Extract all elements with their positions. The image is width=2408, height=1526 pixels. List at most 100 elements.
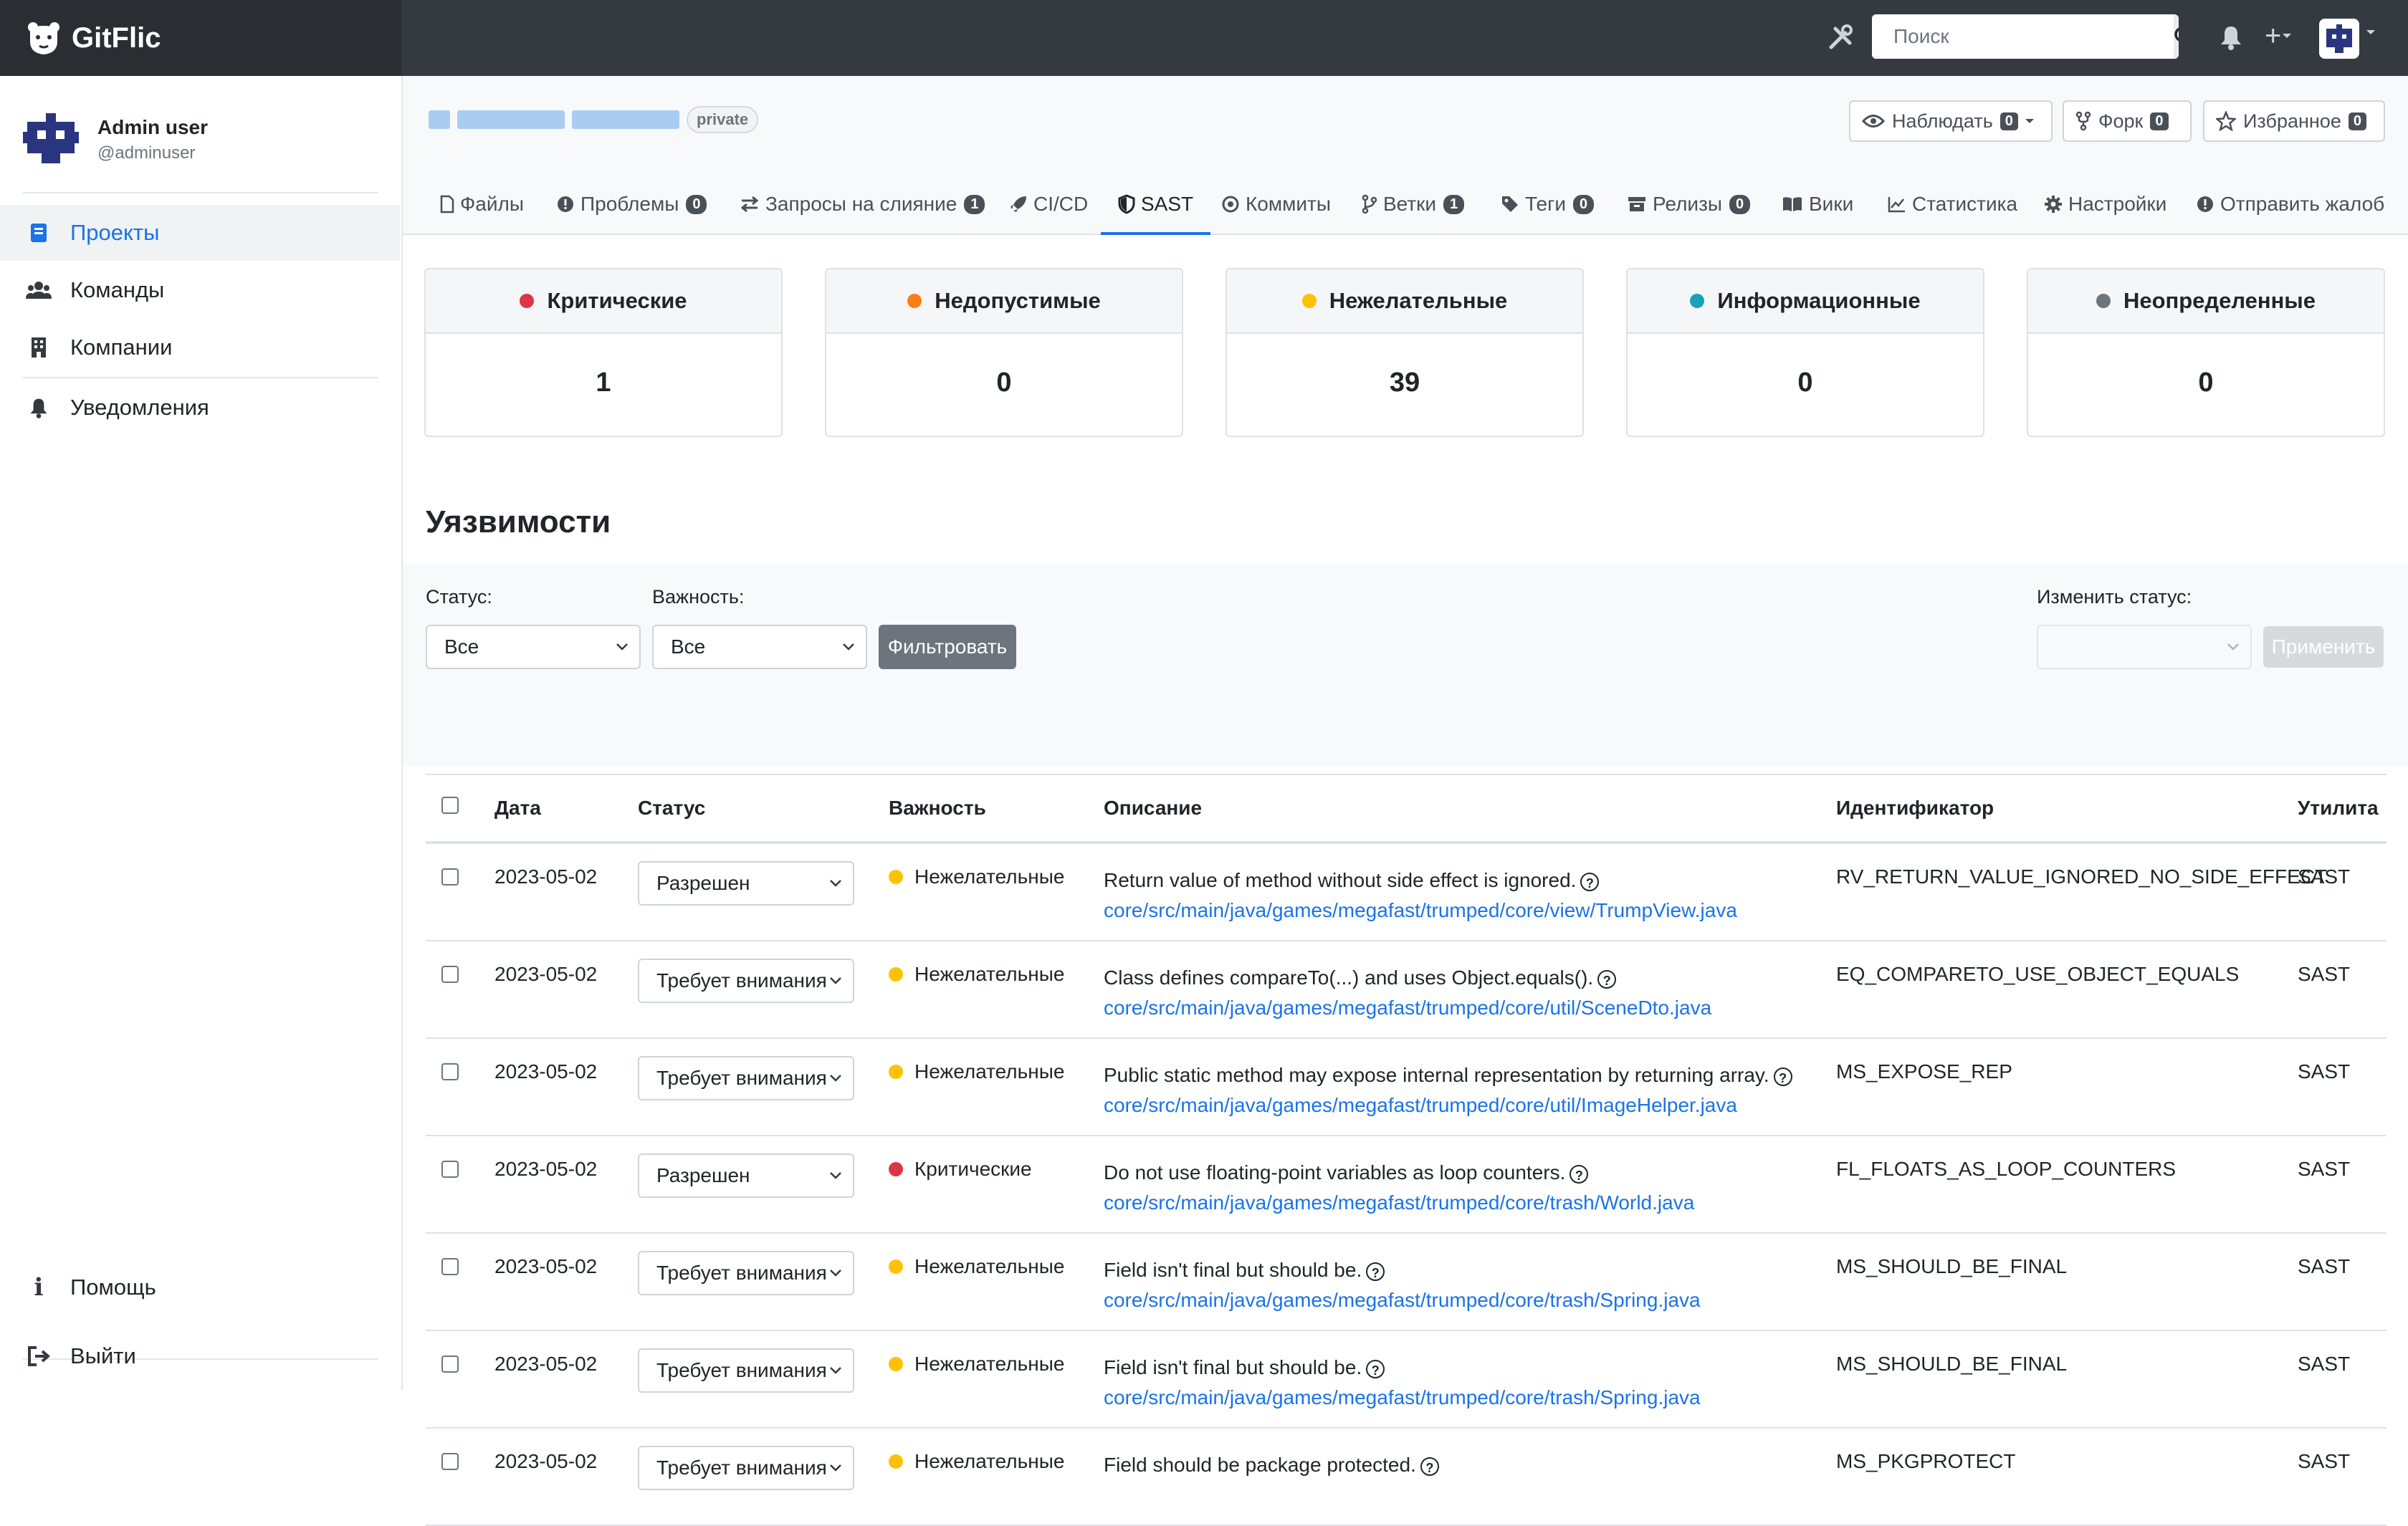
user-profile[interactable]: Admin user @adminuser bbox=[23, 112, 208, 168]
column-header-severity[interactable]: Важность bbox=[889, 797, 986, 820]
file-path-link[interactable]: core/src/main/java/games/megafast/trumpe… bbox=[1104, 1285, 1701, 1315]
sidebar-item-logout[interactable]: Выйти bbox=[0, 1328, 400, 1384]
tab-tags[interactable]: Теги 0 bbox=[1501, 176, 1595, 232]
table-row: 2023-05-02 Требует внимания Нежелательные F… bbox=[426, 1331, 2386, 1429]
tab-report[interactable]: Отправить жалоб bbox=[2196, 176, 2384, 232]
tab-sast[interactable]: SAST bbox=[1101, 176, 1211, 235]
file-path-link[interactable]: core/src/main/java/games/megafast/trumpe… bbox=[1104, 896, 1737, 926]
select-all-checkbox[interactable] bbox=[441, 797, 459, 814]
column-header-tool[interactable]: Утилита bbox=[2298, 797, 2379, 820]
row-status-select[interactable]: Требует внимания bbox=[638, 1348, 854, 1393]
favorite-button[interactable]: Избранное 0 bbox=[2203, 100, 2385, 142]
tools-icon[interactable] bbox=[1824, 21, 1857, 54]
tab-merge-requests[interactable]: Запросы на слияние 1 bbox=[740, 176, 985, 232]
row-description: Field should be package protected.? bbox=[1104, 1450, 1439, 1480]
tab-files[interactable]: Файлы bbox=[440, 176, 524, 232]
row-identifier: EQ_COMPARETO_USE_OBJECT_EQUALS bbox=[1836, 963, 2240, 985]
row-identifier: MS_SHOULD_BE_FINAL bbox=[1836, 1255, 2068, 1277]
column-header-status[interactable]: Статус bbox=[638, 797, 705, 820]
repo-name[interactable]: private bbox=[429, 106, 759, 133]
tab-commits[interactable]: Коммиты bbox=[1221, 176, 1331, 232]
tab-label: Файлы bbox=[460, 193, 524, 215]
tab-cicd[interactable]: CI/CD bbox=[1009, 176, 1088, 232]
watch-button[interactable]: Наблюдать 0 bbox=[1849, 100, 2053, 142]
change-status-select[interactable] bbox=[2037, 625, 2252, 669]
column-header-identifier[interactable]: Идентификатор bbox=[1836, 797, 1994, 820]
tab-wiki[interactable]: Вики bbox=[1782, 176, 1853, 232]
tab-issues[interactable]: Проблемы 0 bbox=[556, 176, 707, 232]
row-status-select[interactable]: Требует внимания bbox=[638, 959, 854, 1003]
tab-releases[interactable]: Релизы 0 bbox=[1627, 176, 1751, 232]
status-filter-select[interactable]: Все bbox=[426, 625, 641, 669]
file-path-link[interactable]: core/src/main/java/games/megafast/trumpe… bbox=[1104, 1383, 1701, 1413]
severity-filter-select[interactable]: Все bbox=[652, 625, 867, 669]
tab-label: Релизы bbox=[1653, 193, 1723, 215]
file-path-link[interactable]: core/src/main/java/games/megafast/trumpe… bbox=[1104, 1090, 1792, 1120]
row-status-select[interactable]: Требует внимания bbox=[638, 1056, 854, 1100]
redacted-name bbox=[572, 110, 679, 129]
help-icon[interactable]: ? bbox=[1570, 1164, 1589, 1184]
help-icon[interactable]: ? bbox=[1366, 1359, 1385, 1378]
row-status-select[interactable]: Требует внимания bbox=[638, 1446, 854, 1490]
help-icon[interactable]: ? bbox=[1420, 1457, 1439, 1476]
user-avatar[interactable] bbox=[2319, 19, 2359, 59]
help-icon[interactable]: ? bbox=[1597, 969, 1617, 989]
select-value: Требует внимания bbox=[656, 1067, 827, 1089]
sidebar-item-projects[interactable]: Проекты bbox=[0, 205, 400, 261]
help-icon[interactable]: ? bbox=[1773, 1067, 1792, 1086]
status-dot bbox=[520, 294, 535, 308]
column-header-date[interactable]: Дата bbox=[494, 797, 541, 820]
apply-button[interactable]: Применить bbox=[2263, 626, 2384, 668]
row-severity: Нежелательные bbox=[889, 1353, 1064, 1376]
row-checkbox[interactable] bbox=[441, 966, 459, 983]
file-path-link[interactable]: core/src/main/java/games/megafast/trumpe… bbox=[1104, 993, 1711, 1023]
file-path-link[interactable]: core/src/main/java/games/megafast/trumpe… bbox=[1104, 1188, 1694, 1218]
row-status-select[interactable]: Разрешен bbox=[638, 861, 854, 906]
watch-count: 0 bbox=[2000, 112, 2018, 130]
fork-button[interactable]: Форк 0 bbox=[2063, 100, 2192, 142]
brand[interactable]: GitFlic bbox=[0, 0, 401, 76]
description-text: Class defines compareTo(...) and uses Ob… bbox=[1104, 966, 1594, 989]
brand-name: GitFlic bbox=[72, 21, 161, 54]
sidebar-item-teams[interactable]: Команды bbox=[0, 262, 400, 318]
star-icon bbox=[2216, 111, 2236, 131]
chevron-down-icon bbox=[2227, 643, 2239, 651]
severity-card-undefined: Неопределенные 0 bbox=[2027, 268, 2385, 437]
row-date: 2023-05-02 bbox=[494, 865, 598, 888]
tab-settings[interactable]: Настройки bbox=[2044, 176, 2166, 232]
row-description: Field isn't final but should be.? core/sr… bbox=[1104, 1255, 1701, 1315]
table-row: 2023-05-02 Требует внимания Нежелательные F… bbox=[426, 1234, 2386, 1331]
column-header-description[interactable]: Описание bbox=[1104, 797, 1202, 820]
row-status-select[interactable]: Требует внимания bbox=[638, 1251, 854, 1295]
search-box bbox=[1872, 14, 2179, 59]
severity-card-unacceptable: Недопустимые 0 bbox=[825, 268, 1183, 437]
row-checkbox[interactable] bbox=[441, 1355, 459, 1373]
filter-button[interactable]: Фильтровать bbox=[879, 625, 1016, 669]
tab-statistics[interactable]: Статистика bbox=[1888, 176, 2017, 232]
row-status-select[interactable]: Разрешен bbox=[638, 1153, 854, 1198]
sidebar-item-companies[interactable]: Компании bbox=[0, 320, 400, 375]
tab-branches[interactable]: Ветки 1 bbox=[1362, 176, 1465, 232]
row-checkbox[interactable] bbox=[441, 1063, 459, 1080]
tab-count: 0 bbox=[1572, 194, 1595, 214]
row-checkbox[interactable] bbox=[441, 1258, 459, 1275]
card-label: Недопустимые bbox=[935, 288, 1101, 313]
chevron-down-icon[interactable] bbox=[2365, 29, 2376, 36]
sidebar-item-help[interactable]: i Помощь bbox=[0, 1259, 400, 1315]
table-row: 2023-05-02 Разрешен Критические Do not use … bbox=[426, 1136, 2386, 1234]
redacted-name bbox=[429, 110, 450, 129]
create-new-button[interactable]: + bbox=[2265, 21, 2293, 50]
card-label: Нежелательные bbox=[1329, 288, 1508, 313]
row-checkbox[interactable] bbox=[441, 868, 459, 886]
row-checkbox[interactable] bbox=[441, 1453, 459, 1470]
help-icon[interactable]: ? bbox=[1580, 872, 1600, 891]
severity-dot bbox=[889, 870, 903, 884]
tab-label: SAST bbox=[1141, 193, 1194, 215]
help-icon[interactable]: ? bbox=[1366, 1262, 1385, 1281]
notifications-bell-icon[interactable] bbox=[2219, 24, 2243, 50]
search-input[interactable] bbox=[1872, 14, 2174, 59]
sidebar-item-notifications[interactable]: Уведомления bbox=[0, 380, 400, 436]
search-button[interactable] bbox=[2174, 14, 2179, 59]
change-status-label: Изменить статус: bbox=[2037, 586, 2192, 608]
row-checkbox[interactable] bbox=[441, 1161, 459, 1178]
